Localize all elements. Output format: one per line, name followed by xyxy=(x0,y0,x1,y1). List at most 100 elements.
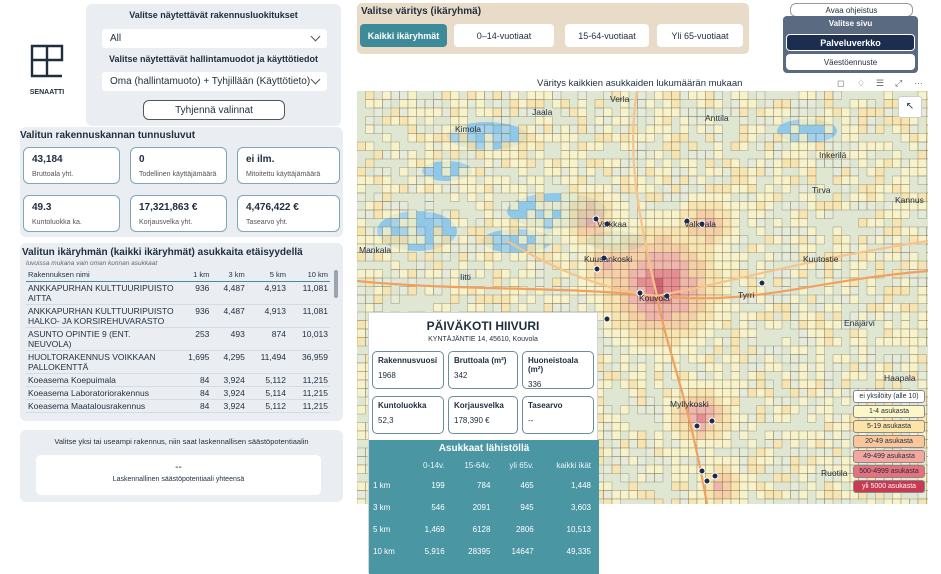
table-row[interactable]: ANKKAPURHAN KULTTUURIPUISTO HALKO- JA KO… xyxy=(26,304,330,328)
popup-card-value: 52,3 xyxy=(378,416,394,425)
kpi-value: 4,476,422 € xyxy=(246,202,299,213)
col-header-10km[interactable]: 10 km xyxy=(287,268,330,282)
nearby-cell: 6128 xyxy=(472,524,491,534)
place-label: Tirva xyxy=(812,185,831,195)
table-row[interactable]: HUOLTORAKENNUS VOIKKAAN PALLOKENTTÄ 1,695… xyxy=(26,350,330,374)
place-label: Mankala xyxy=(359,245,392,255)
page-nav-panel: Valitse sivu Palveluverkko Väestöennuste xyxy=(783,16,918,73)
cell-name: Koeasema Koepuimala xyxy=(26,373,176,387)
place-label: Haapala xyxy=(884,373,916,383)
popup-card-condition: Kuntoluokka 52,3 xyxy=(372,396,444,434)
color-option-all[interactable]: Kaikki ikäryhmät xyxy=(360,24,447,47)
place-label: Anttila xyxy=(705,113,729,123)
kpi-panel: Valitun rakennuskannan tunnusluvut 43,18… xyxy=(20,127,343,237)
cell-5km: 4,913 xyxy=(246,304,288,328)
page-vaestoennuste[interactable]: Väestöennuste xyxy=(786,54,915,70)
legend-item: 20-49 asukasta xyxy=(853,435,925,448)
table-row[interactable]: Koeasema Koepuimala 84 3,924 5,112 11,215 xyxy=(26,373,330,387)
color-by-panel: Valitse väritys (ikäryhmä) Kaikki ikäryh… xyxy=(357,3,749,54)
tenure-filter-value: Oma (hallintamuoto) + Tyhjillään (Käyttö… xyxy=(110,76,311,87)
place-label: Myllykoski xyxy=(670,399,709,409)
bell-icon[interactable]: ♢ xyxy=(857,78,865,89)
place-label: Enäjärvi xyxy=(844,318,875,328)
more-icon[interactable]: … xyxy=(914,76,923,86)
cell-10km: 11,081 xyxy=(287,304,330,328)
table-scrollbar[interactable] xyxy=(334,270,338,298)
nearby-row: 1 km 199 784 465 1,448 xyxy=(369,474,595,496)
filter-panel: Valitse näytettävät rakennusluokitukset … xyxy=(86,4,341,126)
cell-name: Koeasema Maatalousrakennus xyxy=(26,399,176,413)
tenure-filter-select[interactable]: Oma (hallintamuoto) + Tyhjillään (Käyttö… xyxy=(102,72,327,91)
color-option-65-plus[interactable]: Yli 65-vuotiaat xyxy=(657,24,743,47)
table-row[interactable]: Koeasema Laboratoriorakennus 84 3,924 5,114… xyxy=(26,386,330,400)
col-header-name[interactable]: Rakennuksen nimi xyxy=(26,268,176,282)
savings-instruction: Valitse yksi tai useampi rakennus, niin … xyxy=(54,437,309,446)
color-option-15-64[interactable]: 15-64-vuotiaat xyxy=(565,24,649,47)
expand-icon[interactable]: ⤢ xyxy=(895,78,902,89)
popup-card-year: Rakennusvuosi 1968 xyxy=(372,351,444,389)
kpi-label: Mitoitettu käyttäjämäärä xyxy=(246,171,321,178)
popup-card-label: Korjausvelka xyxy=(454,401,504,410)
age-table-scroll[interactable]: Rakennuksen nimi 1 km 3 km 5 km 10 km AN… xyxy=(26,268,332,416)
place-label: Valkeala xyxy=(684,219,716,229)
nearby-cell: 49,335 xyxy=(566,546,591,556)
chevron-down-icon xyxy=(310,74,321,85)
place-label: Inkerilä xyxy=(819,150,847,160)
legend-item: 1-4 asukasta xyxy=(853,405,925,418)
kpi-card-book-value: 4,476,422 € Tasearvo yht. xyxy=(237,195,340,232)
clear-selections-button[interactable]: Tyhjennä valinnat xyxy=(143,100,285,120)
cell-name: ANKKAPURHAN KULTTUURIPUISTO AITTA xyxy=(26,281,176,305)
nearby-table: 0-14v. 15-64v. yli 65v. kaikki ikät 1 km… xyxy=(369,456,595,562)
cell-3km: 3,924 xyxy=(211,399,247,413)
table-row[interactable]: ANKKAPURHAN KULTTUURIPUISTO AITTA 936 4,48… xyxy=(26,281,330,305)
nearby-cell: 1,448 xyxy=(570,480,591,490)
cell-10km: 36,959 xyxy=(287,350,330,374)
legend-item: 500-4999 asukasta xyxy=(853,465,925,478)
place-label: Kouvola xyxy=(639,293,670,303)
page-nav-title: Valitse sivu xyxy=(828,19,873,28)
place-label: Kuutostie xyxy=(803,254,839,264)
nearby-cell: 945 xyxy=(520,502,534,512)
nearby-header xyxy=(369,456,409,474)
popup-card-repair-debt: Korjausvelka 178,390 € xyxy=(448,396,518,434)
cell-10km: 11,215 xyxy=(287,386,330,400)
col-header-3km[interactable]: 3 km xyxy=(211,268,247,282)
place-label: Kannus xyxy=(895,195,924,205)
cell-3km: 3,924 xyxy=(211,386,247,400)
popup-card-label: Bruttoala (m²) xyxy=(454,356,507,365)
cell-name: ANKKAPURHAN KULTTUURIPUISTO HALKO- JA KO… xyxy=(26,304,176,328)
savings-panel: Valitse yksi tai useampi rakennus, niin … xyxy=(20,430,343,502)
open-help-button[interactable]: Avaa ohjeistus xyxy=(790,3,913,17)
popup-card-value: 342 xyxy=(454,371,468,380)
age-table-title: Valitun ikäryhmän (kaikki ikäryhmät) asu… xyxy=(22,247,303,258)
page-palveluverkko[interactable]: Palveluverkko xyxy=(786,34,915,51)
table-row[interactable]: Koeasema Maatalousrakennus 84 3,924 5,112 11… xyxy=(26,399,330,413)
kpi-card-repair-debt: 17,321,863 € Korjausvelka yht. xyxy=(130,195,227,232)
kpi-card-actual-users: 0 Todellinen käyttäjämäärä xyxy=(130,147,227,184)
nearby-header: 15-64v. xyxy=(464,460,491,470)
cell-1km: 936 xyxy=(176,281,212,305)
col-header-5km[interactable]: 5 km xyxy=(246,268,288,282)
nearby-header-row: 0-14v. 15-64v. yli 65v. kaikki ikät xyxy=(369,456,595,474)
nearby-cell: 5,916 xyxy=(424,546,445,556)
pin-icon[interactable]: ◻ xyxy=(837,78,844,89)
filter-icon[interactable]: ☰ xyxy=(876,78,884,89)
map-title: Väritys kaikkien asukkaiden lukumäärän m… xyxy=(537,78,743,89)
cursor-icon: ↖ xyxy=(898,96,922,118)
popup-card-value: 178,390 € xyxy=(454,416,490,425)
nearby-cell: 3 km xyxy=(373,502,391,512)
class-filter-value: All xyxy=(110,33,122,44)
class-filter-select[interactable]: All xyxy=(102,29,327,48)
nearby-cell: 2806 xyxy=(515,524,534,534)
col-header-1km[interactable]: 1 km xyxy=(176,268,212,282)
kpi-label: Bruttoala yht. xyxy=(32,171,74,178)
cell-5km: 874 xyxy=(246,327,288,351)
kpi-title: Valitun rakennuskannan tunnusluvut xyxy=(20,130,196,141)
nearby-cell: 1 km xyxy=(373,480,391,490)
place-label: Verla xyxy=(610,94,630,104)
nearby-header: yli 65v. xyxy=(509,460,534,470)
table-row[interactable]: ASUNTO OPINTIE 9 (ENT. NEUVOLA) 253 493 874… xyxy=(26,327,330,351)
nearby-title: Asukkaat lähistöllä xyxy=(438,443,530,454)
color-option-0-14[interactable]: 0–14-vuotiaat xyxy=(454,24,554,47)
nearby-cell: 784 xyxy=(477,480,491,490)
